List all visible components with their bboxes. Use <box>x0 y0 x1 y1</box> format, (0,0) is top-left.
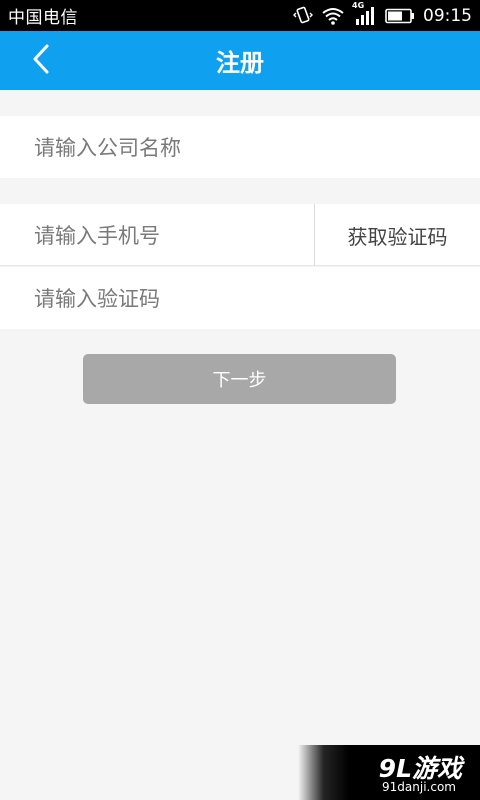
clock: 09:15 <box>423 5 472 26</box>
wifi-icon <box>321 6 345 26</box>
title-bar: 注册 <box>0 31 480 90</box>
chevron-left-icon <box>31 43 51 79</box>
signal-icon: 4G <box>352 1 377 27</box>
company-name-placeholder: 请输入公司名称 <box>34 136 181 160</box>
status-icons: 4G 09:15 <box>293 1 472 27</box>
status-bar: 中国电信 4G 09:15 <box>0 0 480 31</box>
company-name-field[interactable]: 请输入公司名称 <box>0 116 480 178</box>
carrier-label: 中国电信 <box>8 8 78 28</box>
watermark-logo: 9L游戏 91danji.com <box>298 745 480 800</box>
network-type-badge: 4G <box>352 0 365 10</box>
page-title: 注册 <box>216 49 264 77</box>
back-button[interactable] <box>22 43 60 79</box>
verification-code-placeholder: 请输入验证码 <box>34 287 160 311</box>
vibrate-icon <box>293 5 313 27</box>
next-step-button[interactable]: 下一步 <box>83 354 396 404</box>
phone-placeholder: 请输入手机号 <box>34 223 160 248</box>
phone-field[interactable]: 请输入手机号 获取验证码 <box>0 204 480 266</box>
battery-icon <box>385 8 415 24</box>
watermark-url: 91danji.com <box>382 780 456 794</box>
get-code-button[interactable]: 获取验证码 <box>314 204 480 266</box>
verification-code-field[interactable]: 请输入验证码 <box>0 267 480 329</box>
